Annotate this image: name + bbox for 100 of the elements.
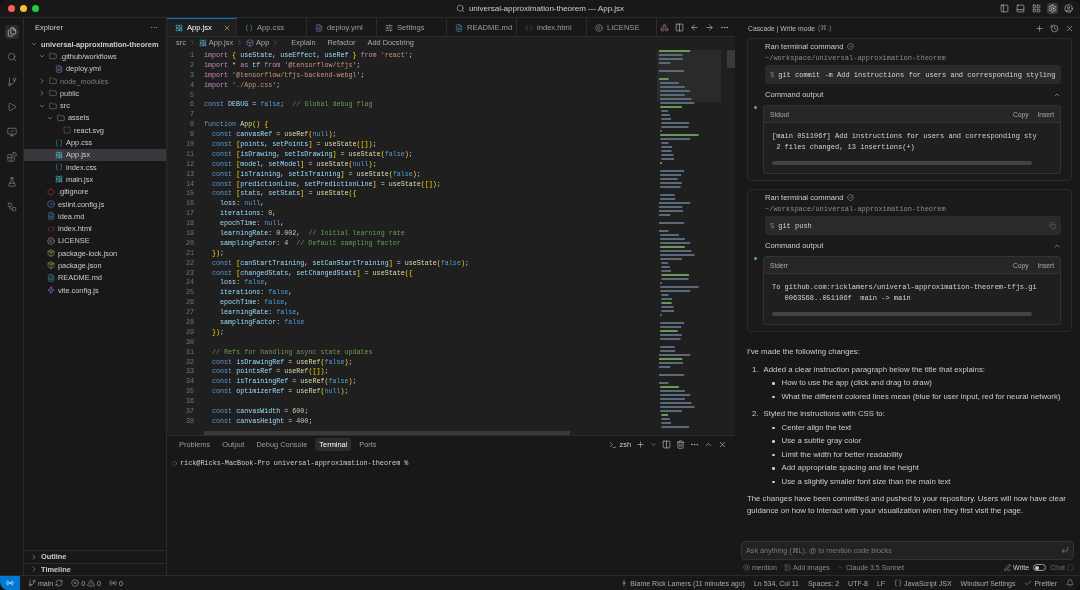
image-icon	[783, 564, 791, 571]
cube-icon	[246, 38, 255, 47]
remote-icon	[6, 579, 14, 587]
layout-button[interactable]	[1031, 3, 1042, 14]
bullet-dot	[772, 440, 775, 443]
settings-button[interactable]	[1047, 3, 1058, 14]
package-icon	[47, 249, 55, 258]
history-icon	[1050, 23, 1059, 33]
maximize-window-button[interactable]	[32, 5, 39, 12]
chevron-up-icon	[704, 440, 713, 449]
code-icon	[47, 224, 55, 233]
folder-icon	[49, 77, 57, 86]
extensions-button[interactable]	[4, 150, 19, 164]
circle-dot-icon	[47, 200, 55, 208]
user-icon	[1064, 4, 1073, 13]
status-dot	[754, 106, 757, 109]
atom-icon	[55, 150, 63, 159]
shapes-icon	[660, 22, 669, 32]
check-icon	[1024, 579, 1033, 587]
bullet-dot	[772, 426, 775, 429]
search-icon	[6, 52, 17, 62]
lightning-icon	[47, 286, 55, 295]
file-icon	[315, 23, 323, 32]
package-icon	[47, 261, 55, 270]
check-circle-icon	[846, 194, 854, 201]
bullet-dot	[772, 395, 775, 398]
close-icon	[1065, 23, 1074, 33]
bullet-dot	[772, 382, 775, 385]
dashed-square-icon	[63, 126, 71, 135]
grid-icon	[1032, 4, 1041, 13]
plus-icon	[1035, 23, 1044, 33]
panel-toggle-button[interactable]	[1015, 3, 1026, 14]
circle-icon	[172, 460, 177, 466]
split-editor-icon	[675, 22, 684, 32]
atom-icon	[55, 175, 63, 184]
folder-icon	[49, 52, 57, 61]
at-icon	[743, 564, 750, 571]
braces-icon	[55, 138, 63, 147]
blocks-icon	[6, 152, 17, 162]
remote-button[interactable]	[0, 576, 20, 590]
bell-icon	[1066, 579, 1074, 587]
chevron-right-icon	[272, 39, 280, 46]
scrollbar-thumb[interactable]	[727, 50, 735, 68]
copyright-icon	[595, 23, 603, 32]
plus-icon	[636, 440, 645, 449]
error-icon	[71, 579, 80, 587]
document-icon	[47, 212, 55, 221]
arrow-right-icon	[705, 22, 714, 32]
explorer-button[interactable]	[4, 25, 19, 39]
folder-icon	[57, 113, 65, 122]
code-icon	[525, 23, 533, 32]
close-icon	[718, 440, 727, 449]
check-circle-icon	[846, 43, 854, 50]
status-dot	[754, 257, 757, 260]
close-icon	[223, 23, 231, 32]
warning-icon	[87, 579, 96, 587]
antenna-icon	[109, 579, 117, 587]
panel-bottom-icon	[1016, 4, 1025, 13]
braces-icon	[55, 163, 63, 172]
bullet-dot	[772, 480, 775, 483]
flask-icon	[6, 177, 17, 187]
atom-icon	[175, 23, 183, 32]
braces-icon	[245, 23, 253, 32]
settings-icon	[1048, 4, 1057, 13]
branch-icon	[28, 579, 36, 587]
account-button[interactable]	[1063, 3, 1074, 14]
trash-icon	[676, 440, 685, 449]
folder-icon	[49, 101, 57, 110]
close-tab-button[interactable]	[223, 23, 231, 32]
monitor-icon	[6, 127, 17, 137]
chevron-down-icon	[650, 441, 657, 448]
horizontal-scrollbar[interactable]	[772, 312, 1032, 316]
chevron-up-icon	[836, 564, 844, 571]
pen-icon	[1004, 564, 1011, 571]
files-icon	[6, 27, 17, 37]
close-window-button[interactable]	[8, 5, 15, 12]
terminal-icon	[609, 440, 618, 449]
bullet-dot	[772, 467, 775, 470]
chat-bubble-icon	[1067, 564, 1074, 571]
search-icon	[455, 4, 465, 13]
atom-icon	[198, 38, 207, 47]
minimize-window-button[interactable]	[20, 5, 27, 12]
play-icon	[6, 102, 17, 112]
nodes-icon	[6, 202, 17, 212]
enter-icon	[1061, 546, 1069, 554]
copyright-icon	[47, 236, 55, 245]
more-icon	[690, 440, 699, 449]
document-icon	[47, 273, 55, 282]
sync-icon	[55, 579, 64, 587]
document-icon	[455, 23, 463, 32]
chevron-right-icon	[236, 39, 244, 46]
panel-left-icon	[1000, 4, 1009, 13]
chevron-right-icon	[188, 39, 196, 46]
arrow-left-icon	[690, 22, 699, 32]
split-icon	[662, 440, 671, 449]
sidebar-toggle-button[interactable]	[999, 3, 1010, 14]
copy-icon	[1049, 222, 1056, 229]
horizontal-scrollbar[interactable]	[772, 161, 1032, 165]
sliders-icon	[385, 23, 393, 32]
diamond-icon	[47, 187, 55, 196]
